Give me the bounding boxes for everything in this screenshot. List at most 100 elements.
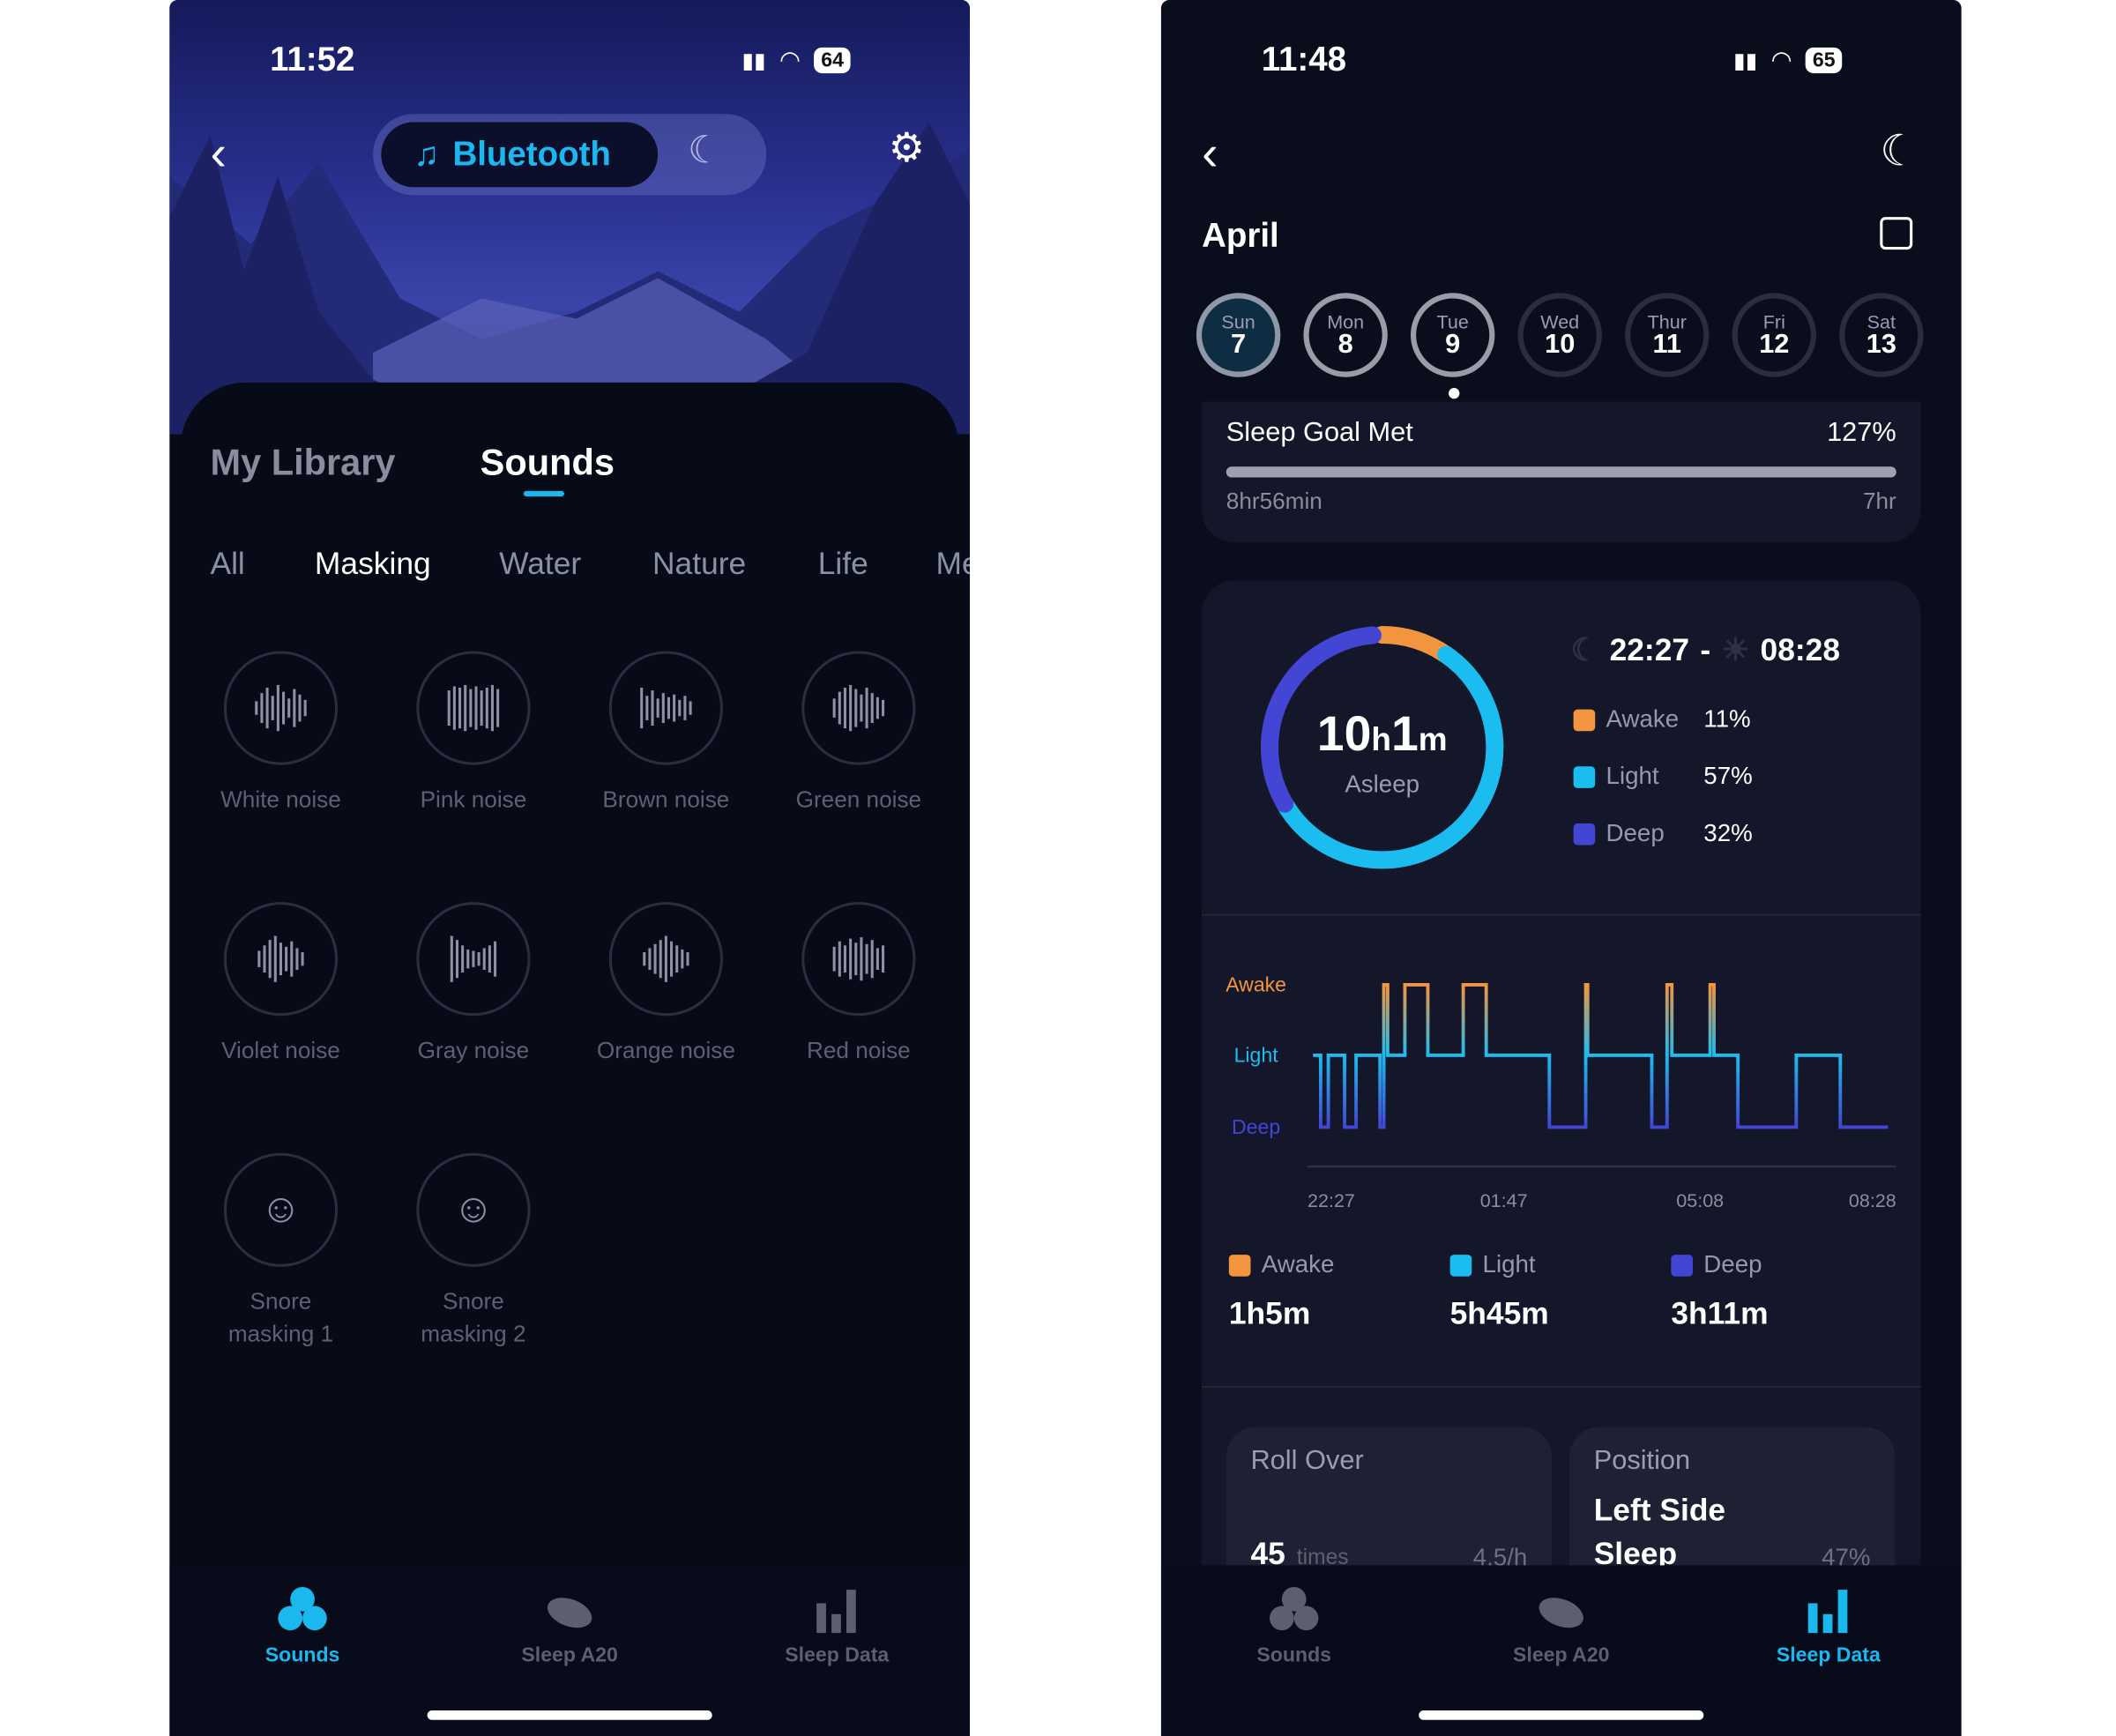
snore-face-icon: ☺	[416, 1152, 531, 1267]
category-masking[interactable]: Masking	[315, 545, 431, 582]
hypnogram-chart: Deep Light Awake 22:27 01:47 05:08 08:28	[1226, 973, 1896, 1212]
waveform-icon	[223, 651, 339, 765]
day-number: 13	[1866, 329, 1896, 360]
tabbar-sleep-data[interactable]: Sleep Data	[1695, 1579, 1962, 1667]
tab-label: Sounds	[264, 1643, 340, 1667]
tabbar-sounds[interactable]: Sounds	[169, 1579, 436, 1667]
category-water[interactable]: Water	[499, 545, 581, 582]
sound-item[interactable]: ☺ Snore masking 2	[378, 1152, 568, 1352]
sound-item[interactable]: Violet noise	[186, 902, 376, 1068]
chevron-left-icon: ‹	[1202, 124, 1218, 181]
total-value: 5h45m	[1449, 1295, 1549, 1331]
back-button[interactable]: ‹	[210, 125, 226, 183]
home-indicator	[427, 1710, 712, 1720]
sound-item[interactable]: Pink noise	[378, 651, 568, 816]
legend-percent: 32%	[1703, 819, 1753, 846]
tabbar-sleep-data[interactable]: Sleep Data	[704, 1579, 970, 1667]
stage-legend-deep: Deep 32%	[1573, 819, 1753, 847]
sound-item[interactable]: Gray noise	[378, 902, 568, 1068]
earbud-icon	[1428, 1579, 1695, 1634]
tabbar-sleep-a20[interactable]: Sleep A20	[436, 1579, 703, 1667]
day-number: 9	[1445, 329, 1461, 360]
tabbar-sounds[interactable]: Sounds	[1161, 1579, 1427, 1667]
month-title: April	[1202, 217, 1279, 256]
legend-label: Light	[1606, 762, 1659, 790]
day-thur[interactable]: Thur 11	[1625, 293, 1710, 377]
signal-icon: ▮▮	[1733, 49, 1758, 73]
tabbar-sleep-a20[interactable]: Sleep A20	[1428, 1579, 1695, 1667]
tab-sounds[interactable]: Sounds	[481, 443, 615, 485]
category-nature[interactable]: Nature	[652, 545, 746, 582]
chevron-left-icon: ‹	[210, 124, 227, 181]
day-tue[interactable]: Tue 9	[1410, 293, 1495, 377]
mode-label: Bluetooth	[452, 135, 611, 174]
hypnogram-line	[1313, 982, 1889, 1129]
sound-item[interactable]: White noise	[186, 651, 376, 816]
tab-label: Sleep Data	[785, 1643, 890, 1667]
legend-swatch	[1573, 708, 1596, 731]
tab-my-library[interactable]: My Library	[210, 443, 395, 485]
day-number: 10	[1545, 329, 1576, 360]
status-icons: ▮▮ ◠ 65	[1733, 46, 1843, 74]
today-dot	[1449, 387, 1460, 399]
wake-time: 08:28	[1760, 631, 1841, 667]
legend-swatch	[1573, 823, 1596, 845]
sound-item[interactable]: Brown noise	[571, 651, 761, 816]
day-mon[interactable]: Mon 8	[1303, 293, 1388, 377]
rollover-title: Roll Over	[1250, 1445, 1364, 1476]
total-value: 3h11m	[1671, 1295, 1769, 1331]
sound-label: Snore masking 2	[421, 1288, 526, 1347]
stage-legend-awake: Awake 11%	[1573, 705, 1751, 734]
signal-icon: ▮▮	[741, 49, 766, 73]
tab-label: Sounds	[1256, 1643, 1331, 1667]
day-number: 7	[1231, 329, 1247, 360]
day-fri[interactable]: Fri 12	[1732, 293, 1816, 377]
day-number: 11	[1652, 329, 1682, 360]
wifi-icon: ◠	[779, 46, 801, 74]
stage-total-awake: Awake 1h5m	[1228, 1250, 1334, 1331]
total-label: Light	[1482, 1250, 1536, 1278]
sound-item[interactable]: Red noise	[764, 902, 953, 1068]
stage-total-deep: Deep 3h11m	[1671, 1250, 1769, 1331]
sounds-screen: 11:52 ▮▮ ◠ 64 ‹ ♫ Bluetooth ☾ ⚙ My Librar…	[169, 0, 970, 1736]
sound-item[interactable]: Orange noise	[571, 902, 761, 1068]
moon-icon: ☾	[1570, 631, 1599, 667]
sleep-settings-icon[interactable]: ☾	[1880, 125, 1919, 176]
legend-swatch	[1671, 1254, 1693, 1276]
position-title: Position	[1593, 1445, 1691, 1476]
day-sat[interactable]: Sat 13	[1839, 293, 1924, 377]
sun-icon: ☀	[1721, 631, 1750, 667]
bedtime: 22:27	[1609, 631, 1690, 667]
legend-swatch	[1228, 1254, 1251, 1276]
bluetooth-mode-button[interactable]: ♫ Bluetooth	[381, 122, 659, 188]
legend-percent: 57%	[1703, 762, 1753, 790]
minutes: 1	[1390, 704, 1419, 762]
stage-total-light: Light 5h45m	[1449, 1250, 1549, 1331]
sleep-summary-card: 10h1m Asleep ☾ 22:27- ☀ 08:28 Deep Light Awak…	[1202, 580, 1921, 1617]
divider	[1202, 1386, 1921, 1388]
mode-switch[interactable]: ♫ Bluetooth ☾	[373, 114, 767, 196]
snore-face-icon: ☺	[223, 1152, 339, 1267]
waveform-icon	[223, 902, 339, 1017]
calendar-icon[interactable]	[1880, 217, 1913, 250]
back-button[interactable]: ‹	[1202, 125, 1218, 183]
sound-item[interactable]: Green noise	[764, 651, 953, 816]
legend-swatch	[1449, 1254, 1472, 1276]
sound-label: Orange noise	[596, 1037, 735, 1064]
goal-title: Sleep Goal Met	[1226, 417, 1413, 448]
day-wed[interactable]: Wed 10	[1517, 293, 1602, 377]
legend-swatch	[1573, 765, 1596, 788]
goal-progress-fill	[1226, 466, 1896, 478]
day-number: 12	[1759, 329, 1790, 360]
day-sun[interactable]: Sun 7	[1196, 293, 1281, 377]
sound-item[interactable]: ☺ Snore masking 1	[186, 1152, 376, 1352]
range-dash: -	[1700, 631, 1711, 667]
moon-sleep-icon[interactable]: ☾	[688, 128, 722, 173]
category-life[interactable]: Life	[818, 545, 868, 582]
waveform-icon	[608, 902, 723, 1017]
y-label-light: Light	[1234, 1044, 1279, 1067]
category-more[interactable]: Me	[936, 545, 970, 582]
settings-gear-icon[interactable]: ⚙	[889, 125, 925, 173]
category-all[interactable]: All	[210, 545, 244, 582]
sounds-icon	[169, 1579, 436, 1634]
